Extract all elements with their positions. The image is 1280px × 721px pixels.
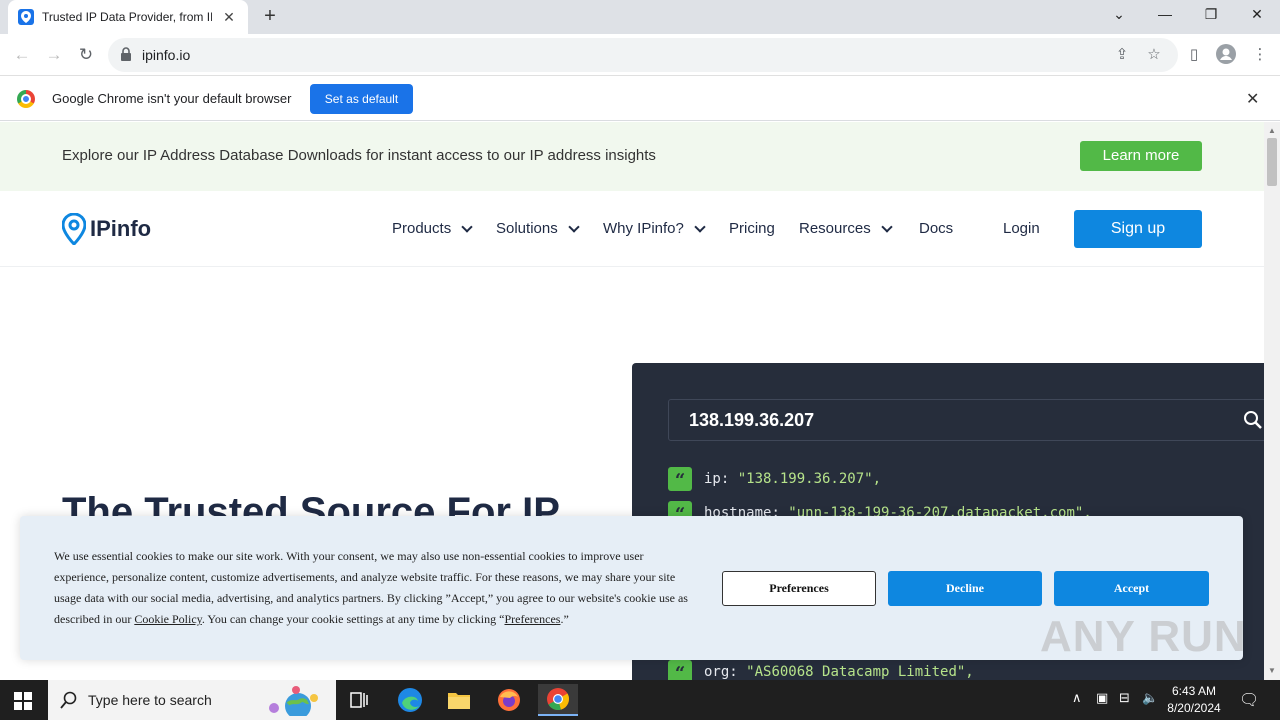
code-colon: : [720,471,738,487]
ipinfo-favicon-icon [18,9,34,25]
nav-pricing[interactable]: Pricing [729,220,775,237]
scroll-thumb[interactable] [1267,138,1277,186]
taskbar-search-placeholder: Type here to search [88,692,212,708]
browser-toolbar: ← → ↻ ipinfo.io ⇪ ☆ ▯ ⋮ [0,34,1280,76]
promo-banner: Explore our IP Address Database Download… [0,122,1264,191]
accept-button[interactable]: Accept [1054,571,1209,606]
code-line-ip: “ ip: "138.199.36.207", [668,467,881,491]
cookie-text-part: . You can change your cookie settings at… [201,612,505,626]
windows-taskbar: Type here to search ∧ ▣ ⊟ 🔈 6:43 AM 8/20… [0,680,1280,720]
code-value: "138.199.36.207", [737,471,882,487]
file-explorer-icon[interactable] [439,684,479,716]
tray-chevron-up-icon[interactable]: ∧ [1072,690,1082,706]
sign-up-button[interactable]: Sign up [1074,210,1202,248]
cookie-text-part: .” [560,612,569,626]
task-view-icon[interactable] [340,684,380,716]
browser-tab[interactable]: Trusted IP Data Provider, from IP ✕ [8,0,248,34]
search-icon[interactable] [1243,410,1263,430]
notifications-icon[interactable]: 🗨 [1239,690,1259,710]
nav-label: Solutions [496,220,558,237]
menu-dots-icon[interactable]: ⋮ [1249,44,1271,66]
volume-icon[interactable]: 🔈 [1142,690,1158,706]
tray-device-icon[interactable]: ▣ [1096,690,1108,706]
bookmark-star-icon[interactable]: ☆ [1144,45,1164,65]
quote-icon: “ [668,660,692,680]
share-icon[interactable]: ⇪ [1112,45,1132,65]
restore-icon[interactable]: ❐ [1188,0,1234,30]
clock-date: 8/20/2024 [1167,701,1221,715]
chevron-down-icon [568,220,580,233]
nav-docs[interactable]: Docs [919,220,953,237]
url-text: ipinfo.io [142,47,191,63]
nav-products[interactable]: Products [392,220,473,237]
minimize-icon[interactable]: — [1142,0,1188,30]
decline-button[interactable]: Decline [888,571,1042,606]
promo-text: Explore our IP Address Database Download… [62,147,656,164]
cookie-text: We use essential cookies to make our sit… [54,546,694,630]
firefox-icon[interactable] [489,684,529,716]
chrome-logo-icon [17,90,35,108]
edge-icon[interactable] [390,684,430,716]
code-key: ip [704,471,721,487]
preferences-button[interactable]: Preferences [722,571,876,606]
windows-start-icon[interactable] [14,692,32,710]
code-line-org: “ org: "AS60068 Datacamp Limited", [668,660,974,680]
tab-search-icon[interactable]: ⌄ [1096,0,1142,30]
site-navbar: IPinfo Products Solutions Why IPinfo? Pr… [0,191,1264,267]
clock-time: 6:43 AM [1171,684,1217,698]
chevron-down-icon [694,220,706,233]
login-link[interactable]: Login [1003,220,1040,237]
system-clock[interactable]: 6:43 AM 8/20/2024 [1160,683,1228,717]
taskbar-search-box[interactable]: Type here to search [48,680,336,720]
profile-avatar-icon[interactable] [1215,44,1237,66]
chrome-taskbar-icon[interactable] [538,684,578,716]
back-icon[interactable]: ← [9,42,35,68]
nav-label: Pricing [729,220,775,237]
nav-label: Resources [799,220,871,237]
nav-label: Why IPinfo? [603,220,684,237]
address-bar[interactable]: ipinfo.io ⇪ ☆ [108,38,1178,72]
anyrun-watermark: ANY RUN [1040,612,1247,661]
login-label: Login [1003,220,1040,237]
ip-search-value: 138.199.36.207 [689,410,815,430]
preferences-link[interactable]: Preferences [504,612,560,626]
location-pin-icon [62,213,86,245]
logo-text: IPinfo [90,216,152,241]
lock-icon [121,47,131,61]
scroll-down-icon[interactable]: ▼ [1268,666,1276,675]
infobar-message: Google Chrome isn't your default browser [52,91,292,106]
tab-close-icon[interactable]: ✕ [220,9,238,26]
chevron-down-icon [881,220,893,233]
ip-search-input[interactable]: 138.199.36.207 [668,399,1264,441]
code-colon: : [729,664,747,680]
close-window-icon[interactable]: ✕ [1234,0,1280,30]
nav-label: Docs [919,220,954,237]
forward-icon[interactable]: → [41,42,67,68]
set-as-default-button[interactable]: Set as default [310,84,413,114]
cookie-policy-link[interactable]: Cookie Policy [134,612,202,626]
search-icon [60,691,77,709]
nav-resources[interactable]: Resources [799,220,893,237]
nav-solutions[interactable]: Solutions [496,220,580,237]
side-panel-icon[interactable]: ▯ [1183,44,1205,66]
scroll-up-icon[interactable]: ▲ [1268,126,1276,135]
reload-icon[interactable]: ↻ [73,42,99,68]
code-value: "AS60068 Datacamp Limited", [746,664,974,680]
chevron-down-icon [461,220,473,233]
nav-why-ipinfo[interactable]: Why IPinfo? [603,220,706,237]
tab-strip: Trusted IP Data Provider, from IP ✕ + ⌄ … [0,0,1280,34]
quote-icon: “ [668,467,692,491]
weather-widget-icon[interactable] [262,684,326,719]
network-icon[interactable]: ⊟ [1119,690,1130,706]
nav-label: Products [392,220,452,237]
page-scrollbar[interactable]: ▲ ▼ [1264,122,1280,680]
ipinfo-logo[interactable]: IPinfo [62,213,151,245]
code-key: org [704,664,730,680]
infobar-close-icon[interactable]: ✕ [1246,89,1259,109]
default-browser-infobar: Google Chrome isn't your default browser… [0,77,1280,121]
new-tab-icon[interactable]: + [258,5,282,29]
tab-title: Trusted IP Data Provider, from IP [42,10,212,24]
learn-more-button[interactable]: Learn more [1080,141,1202,171]
